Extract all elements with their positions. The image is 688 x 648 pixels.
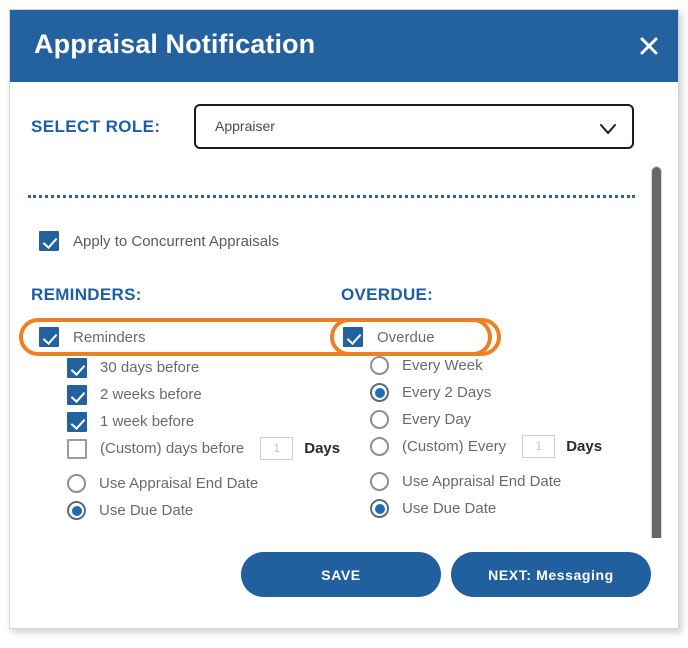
overdue-checkbox[interactable]	[343, 327, 363, 347]
reminders-toggle-label: Reminders	[73, 328, 146, 346]
reminders-checkbox[interactable]	[39, 327, 59, 347]
list-item[interactable]: Use Appraisal End Date	[67, 470, 340, 497]
overdue-every-2-days-radio[interactable]	[370, 383, 389, 402]
chevron-down-icon	[598, 119, 618, 139]
list-item[interactable]: Use Due Date	[370, 495, 602, 522]
list-item-label: Every Day	[402, 411, 472, 428]
overdue-toggle-label: Overdue	[377, 328, 435, 346]
reminder-30-days-checkbox[interactable]	[67, 357, 87, 378]
list-item[interactable]: Every 2 Days	[370, 379, 602, 406]
reminder-2-weeks-checkbox[interactable]	[67, 384, 87, 405]
reminder-1-week-checkbox[interactable]	[67, 411, 87, 432]
select-role-row: SELECT ROLE: Appraiser	[10, 104, 678, 150]
reminders-options-list: 30 days before 2 weeks before 1 week bef…	[67, 354, 340, 524]
list-item[interactable]: (Custom) Every 1 Days	[370, 433, 602, 460]
overdue-toggle-row[interactable]: Overdue	[343, 326, 435, 348]
list-item[interactable]: (Custom) days before 1 Days	[67, 435, 340, 462]
apply-concurrent-checkbox-row[interactable]: Apply to Concurrent Appraisals	[39, 230, 279, 252]
reminder-use-appraisal-end-date-radio[interactable]	[67, 474, 86, 493]
select-role-label: SELECT ROLE:	[31, 117, 161, 136]
list-item-label: (Custom) days before	[100, 440, 245, 457]
reminders-toggle-row[interactable]: Reminders	[39, 326, 146, 348]
list-item[interactable]: Use Appraisal End Date	[370, 468, 602, 495]
list-item-label: 2 weeks before	[100, 386, 202, 403]
overdue-options-list: Every Week Every 2 Days Every Day (Custo…	[370, 352, 602, 522]
reminder-custom-days-label: Days	[304, 440, 341, 457]
list-item-label: 1 week before	[100, 413, 195, 430]
close-icon[interactable]	[634, 31, 664, 61]
reminder-custom-days-input[interactable]: 1	[260, 437, 294, 460]
reminders-heading: REMINDERS:	[31, 285, 142, 304]
list-item[interactable]: 2 weeks before	[67, 381, 340, 408]
dialog-title: Appraisal Notification	[34, 29, 316, 59]
list-item[interactable]: Every Day	[370, 406, 602, 433]
overdue-custom-days-label: Days	[566, 438, 603, 455]
overdue-use-due-date-radio[interactable]	[370, 499, 389, 518]
list-item[interactable]: 30 days before	[67, 354, 340, 381]
select-role-value: Appraiser	[215, 118, 275, 134]
dialog-body: SELECT ROLE: Appraiser Apply to Concurre…	[10, 82, 678, 628]
overdue-heading: OVERDUE:	[341, 285, 434, 304]
next-messaging-button[interactable]: NEXT: Messaging	[451, 552, 651, 597]
save-button[interactable]: SAVE	[241, 552, 441, 597]
list-item-label: Every 2 Days	[402, 384, 492, 401]
reminder-use-due-date-radio[interactable]	[67, 501, 86, 520]
overdue-every-day-radio[interactable]	[370, 410, 389, 429]
overdue-use-appraisal-end-date-radio[interactable]	[370, 472, 389, 491]
list-item[interactable]: 1 week before	[67, 408, 340, 435]
scrollbar-thumb[interactable]	[652, 167, 661, 567]
apply-concurrent-checkbox[interactable]	[39, 231, 59, 251]
list-item-label: Use Appraisal End Date	[99, 475, 259, 492]
appraisal-notification-dialog: Appraisal Notification SELECT ROLE: Appr…	[9, 9, 679, 629]
list-item[interactable]: Use Due Date	[67, 497, 340, 524]
select-role-dropdown[interactable]: Appraiser	[194, 104, 634, 149]
dialog-footer: SAVE NEXT: Messaging	[10, 538, 678, 628]
overdue-custom-radio[interactable]	[370, 437, 389, 456]
list-item-label: 30 days before	[100, 359, 200, 376]
list-item-label: Use Appraisal End Date	[402, 473, 562, 490]
section-divider	[28, 195, 635, 198]
list-item[interactable]: Every Week	[370, 352, 602, 379]
apply-concurrent-label: Apply to Concurrent Appraisals	[73, 232, 279, 250]
list-item-label: (Custom) Every	[402, 438, 507, 455]
overdue-custom-days-input[interactable]: 1	[522, 435, 556, 458]
list-item-label: Every Week	[402, 357, 483, 374]
list-item-label: Use Due Date	[402, 500, 497, 517]
list-item-label: Use Due Date	[99, 502, 194, 519]
reminder-custom-checkbox[interactable]	[67, 438, 87, 459]
dialog-titlebar: Appraisal Notification	[10, 10, 678, 82]
overdue-every-week-radio[interactable]	[370, 356, 389, 375]
